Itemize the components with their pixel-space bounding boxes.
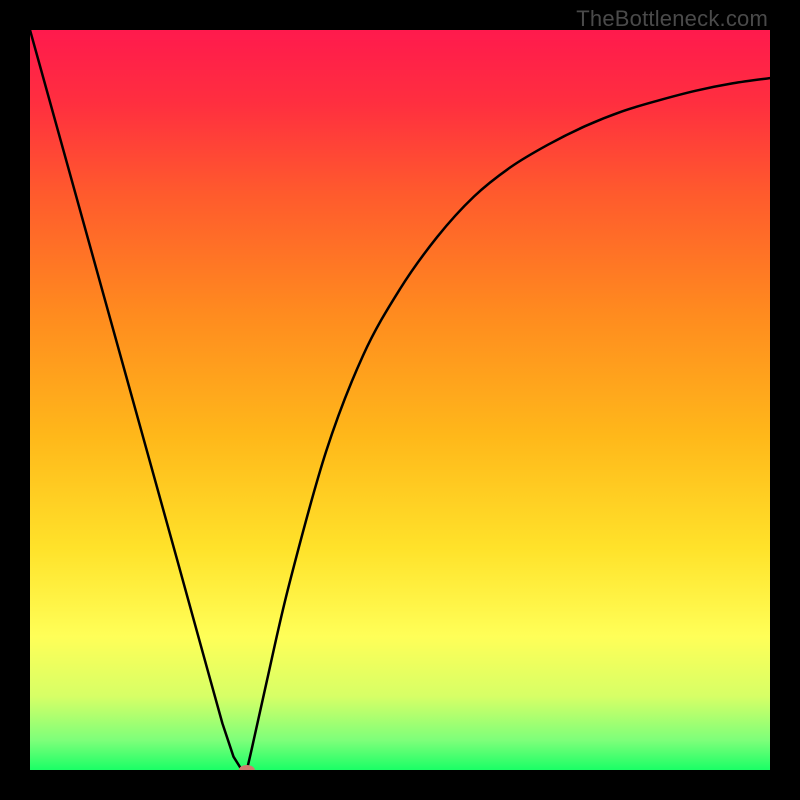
plot-background — [30, 30, 770, 770]
chart-svg — [30, 30, 770, 770]
watermark-text: TheBottleneck.com — [576, 6, 768, 32]
chart-frame: TheBottleneck.com — [0, 0, 800, 800]
